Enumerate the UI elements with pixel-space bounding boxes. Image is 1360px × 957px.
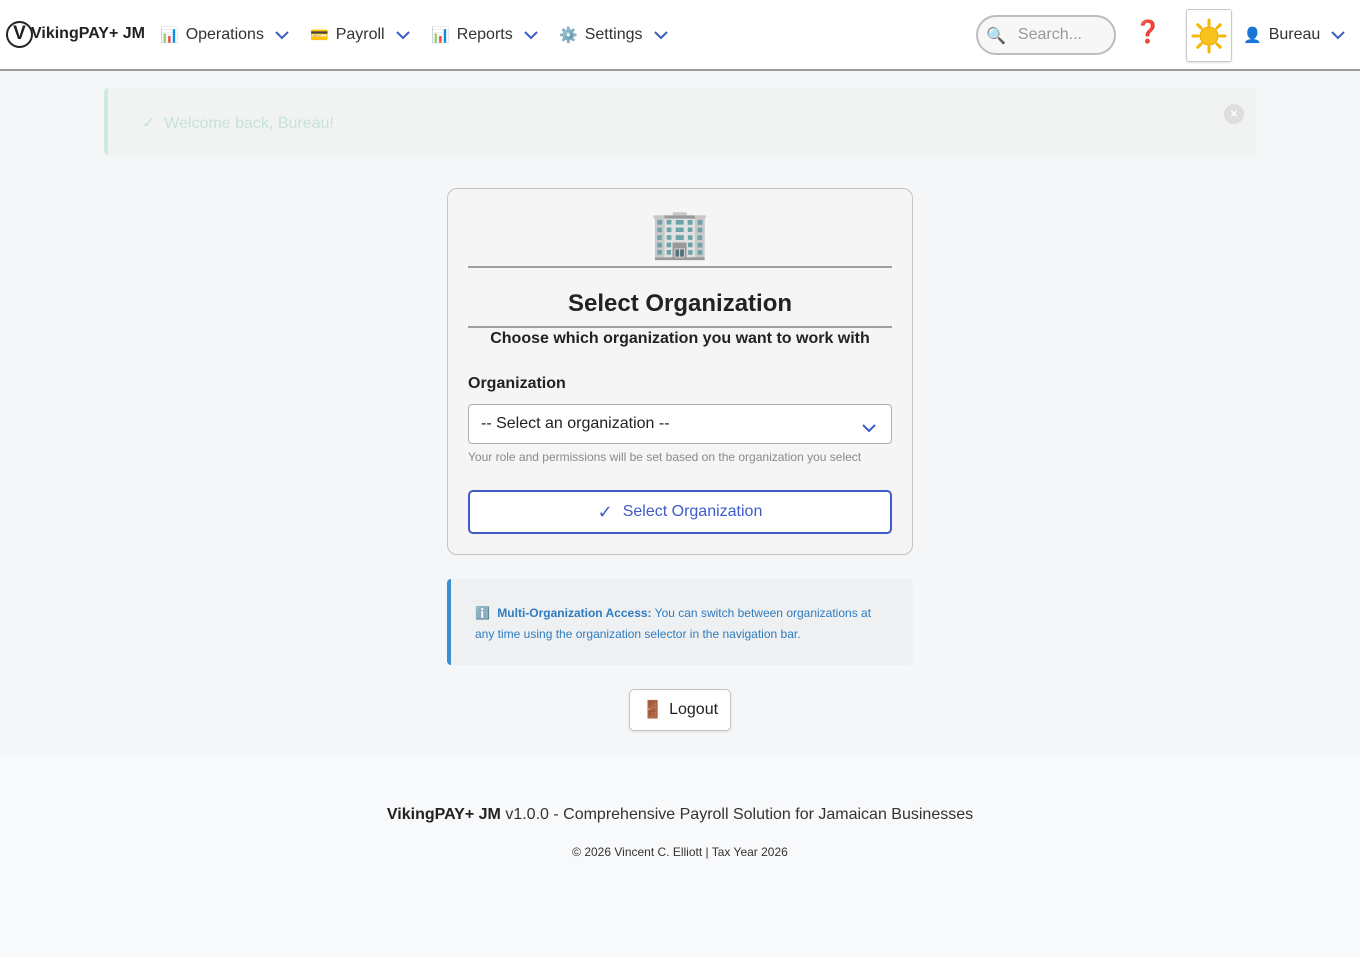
logout-button[interactable]: 🚪 Logout [629, 689, 731, 731]
multi-organization-info: ℹ️ Multi-Organization Access: You can sw… [447, 579, 913, 665]
nav-menu-settings[interactable]: ⚙️ Settings [559, 22, 669, 48]
top-navbar: V VikingPAY+ JM 📊 Operations 💳 Payroll 📊… [0, 0, 1360, 71]
organization-help-text: Your role and permissions will be set ba… [468, 450, 862, 464]
help-icon[interactable]: ❓ [1134, 20, 1161, 45]
brand[interactable]: V VikingPAY+ JM [6, 20, 145, 48]
footer-tagline: VikingPAY+ JM v1.0.0 - Comprehensive Pay… [0, 806, 1360, 824]
chevron-down-icon [861, 420, 877, 438]
door-icon: 🚪 [641, 700, 664, 720]
credit-card-icon: 💳 [310, 26, 329, 44]
chart-icon: 📊 [431, 26, 450, 44]
select-organization-button[interactable]: ✓ Select Organization [468, 490, 892, 534]
user-menu[interactable]: 👤 Bureau [1243, 22, 1346, 48]
footer: VikingPAY+ JM v1.0.0 - Comprehensive Pay… [0, 755, 1360, 957]
divider [468, 326, 892, 328]
nav-menu-payroll[interactable]: 💳 Payroll [310, 22, 411, 48]
chevron-down-icon [395, 30, 411, 40]
check-icon: ✓ [597, 501, 613, 523]
sun-icon [1191, 18, 1227, 53]
info-title: Multi-Organization Access: [497, 606, 652, 620]
nav-menu-label: Payroll [335, 26, 385, 43]
footer-brand: VikingPAY+ JM [386, 806, 501, 823]
nav-menu-operations[interactable]: 📊 Operations [160, 22, 290, 48]
chart-icon: 📊 [160, 26, 179, 44]
search-box[interactable]: 🔍 [976, 15, 1116, 55]
brand-name: VikingPAY+ JM [31, 25, 145, 42]
brand-logo-icon: V [6, 20, 33, 48]
gear-icon: ⚙️ [559, 26, 578, 44]
theme-toggle-button[interactable] [1186, 9, 1232, 62]
nav-menu-label: Operations [185, 26, 264, 43]
footer-copyright: © 2026 Vincent C. Elliott | Tax Year 202… [572, 845, 788, 859]
card-subtitle: Choose which organization you want to wo… [490, 330, 870, 347]
nav-menu-label: Reports [456, 26, 513, 43]
nav-menu-label: Settings [584, 26, 643, 43]
organization-label: Organization [468, 375, 566, 392]
welcome-alert: ✓ Welcome back, Bureau! × [104, 88, 1256, 155]
user-menu-label: Bureau [1268, 26, 1321, 43]
chevron-down-icon [274, 30, 290, 40]
alert-text: Welcome back, Bureau! [164, 115, 334, 132]
card-title: Select Organization [567, 290, 793, 317]
close-icon[interactable]: × [1224, 104, 1244, 124]
info-icon: ℹ️ [475, 606, 490, 620]
alert-message: ✓ Welcome back, Bureau! [142, 113, 334, 133]
search-icon: 🔍 [986, 25, 1006, 45]
search-input[interactable] [1017, 26, 1108, 44]
organization-select[interactable]: -- Select an organization -- [468, 404, 892, 444]
select-organization-card: 🏢 Select Organization Choose which organ… [447, 188, 913, 555]
user-icon: 👤 [1243, 26, 1262, 44]
office-building-icon: 🏢 [650, 206, 710, 262]
footer-tagline-text: v1.0.0 - Comprehensive Payroll Solution … [505, 806, 974, 823]
logout-label: Logout [669, 701, 719, 718]
chevron-down-icon [523, 30, 539, 40]
check-icon: ✓ [142, 115, 156, 132]
button-label: Select Organization [622, 503, 763, 520]
divider [468, 266, 892, 268]
chevron-down-icon [653, 30, 669, 40]
organization-select-value: -- Select an organization -- [481, 415, 670, 432]
chevron-down-icon [1330, 30, 1346, 40]
nav-menu-reports[interactable]: 📊 Reports [431, 22, 539, 48]
